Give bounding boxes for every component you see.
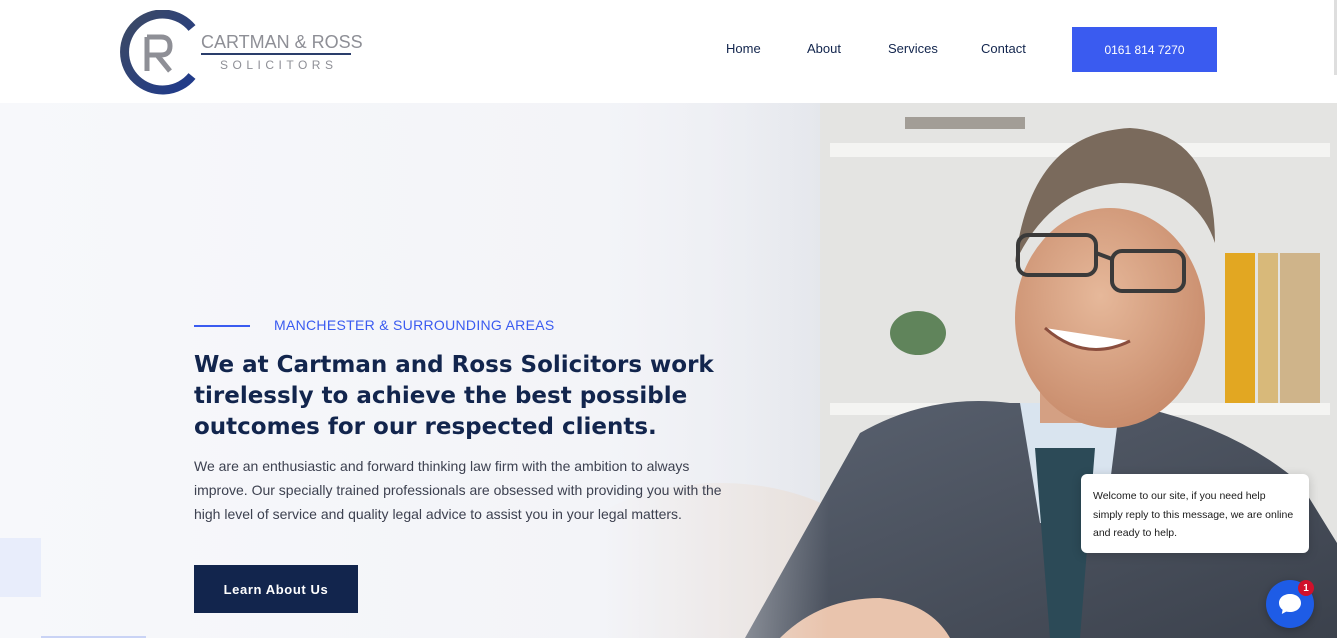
logo-name: CARTMAN & ROSS <box>201 32 363 52</box>
chat-welcome-bubble[interactable]: Welcome to our site, if you need help si… <box>1081 474 1309 553</box>
nav-home[interactable]: Home <box>726 41 761 56</box>
hero-eyebrow: MANCHESTER & SURROUNDING AREAS <box>274 317 555 333</box>
site-logo[interactable]: CARTMAN & ROSS SOLICITORS <box>112 10 363 96</box>
nav-services[interactable]: Services <box>888 41 938 56</box>
logo-mark-icon <box>120 10 196 95</box>
logo-subtitle: SOLICITORS <box>220 58 338 72</box>
learn-about-us-button[interactable]: Learn About Us <box>194 565 358 613</box>
chat-unread-badge: 1 <box>1298 580 1314 596</box>
nav-about[interactable]: About <box>807 41 841 56</box>
hero-section: MANCHESTER & SURROUNDING AREAS We at Car… <box>0 103 1337 638</box>
eyebrow-line <box>194 325 250 327</box>
phone-button[interactable]: 0161 814 7270 <box>1072 27 1217 72</box>
logo-divider <box>201 53 351 55</box>
hero-body: We are an enthusiastic and forward think… <box>194 458 722 522</box>
nav-contact[interactable]: Contact <box>981 41 1026 56</box>
side-tab[interactable] <box>0 538 41 597</box>
chat-bubble-icon <box>1279 594 1301 614</box>
hero-headline: We at Cartman and Ross Solicitors work t… <box>194 352 714 440</box>
site-header: CARTMAN & ROSS SOLICITORS Home About Ser… <box>0 0 1337 103</box>
